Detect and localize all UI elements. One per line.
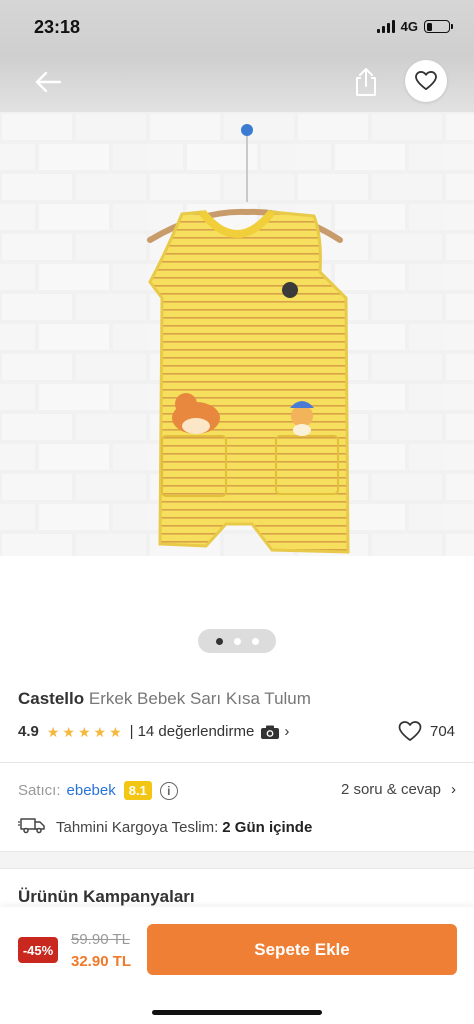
product-name: Erkek Bebek Sarı Kısa Tulum [88, 689, 311, 708]
status-bar: 23:18 4G [0, 0, 474, 56]
campaigns-title: Ürünün Kampanyaları [18, 887, 195, 906]
pagination-dot[interactable] [233, 637, 241, 645]
old-price: 59.90 TL [71, 931, 130, 948]
delivery-value: 2 Gün içinde [222, 818, 313, 836]
seller-row: Satıcı: ebebek 8.1 i [18, 781, 178, 800]
discount-badge: -45% [18, 937, 58, 963]
home-indicator[interactable] [152, 1010, 322, 1015]
gallery-pagination[interactable] [198, 629, 276, 653]
rating-value: 4.9 [18, 723, 39, 740]
star-icon: ★ [62, 723, 75, 740]
current-price: 32.90 TL [71, 953, 132, 970]
seller-link[interactable]: ebebek [67, 782, 116, 799]
back-button[interactable] [32, 68, 64, 96]
product-brand[interactable]: Castello [18, 689, 84, 708]
rating-stars: ★ ★ ★ ★ ★ [47, 725, 122, 739]
purchase-bar: -45% 59.90 TL 32.90 TL Sepete Ekle [0, 907, 474, 1024]
star-icon: ★ [109, 723, 122, 740]
star-icon: ★ [77, 723, 91, 740]
battery-icon [424, 20, 453, 33]
delivery-label: Tahmini Kargoya Teslim: [56, 818, 219, 836]
star-icon: ★ [46, 723, 60, 740]
product-image-gallery[interactable] [0, 112, 474, 556]
network-label: 4G [400, 19, 418, 34]
add-to-cart-button[interactable]: Sepete Ekle [147, 924, 457, 975]
favorite-button[interactable] [405, 60, 447, 102]
chevron-right-icon: › [284, 723, 290, 740]
reviews-link[interactable]: 14 değerlendirme [138, 723, 255, 740]
info-icon[interactable]: i [159, 781, 178, 800]
favorites-count-value: 704 [430, 723, 456, 740]
truck-icon [18, 816, 46, 838]
heart-outline-icon [398, 721, 422, 741]
rating-row[interactable]: 4.9 ★ ★ ★ ★ ★ | 14 değerlendirme › [18, 723, 289, 740]
arrow-left-icon [35, 71, 62, 93]
chevron-right-icon: › [451, 781, 456, 798]
seller-score-badge: 8.1 [123, 781, 152, 800]
seller-label: Satıcı: [18, 782, 61, 799]
top-nav [0, 56, 474, 112]
pagination-dot[interactable] [215, 637, 223, 645]
questions-answers-link[interactable]: 2 soru & cevap › [341, 781, 456, 798]
signal-icon [376, 20, 395, 33]
status-time: 23:18 [34, 17, 81, 37]
favorites-count[interactable]: 704 [398, 721, 455, 742]
heart-icon [415, 71, 437, 91]
star-icon: ★ [93, 723, 107, 740]
pagination-dot[interactable] [251, 637, 259, 645]
product-image[interactable] [0, 112, 474, 556]
camera-icon [260, 724, 280, 740]
section-divider [0, 851, 474, 869]
status-indicators: 4G [376, 19, 453, 34]
delivery-estimate: Tahmini Kargoya Teslim: 2 Gün içinde [18, 816, 312, 838]
divider [0, 762, 474, 763]
share-icon [356, 68, 376, 96]
qa-label: 2 soru & cevap [340, 781, 441, 798]
rating-separator: | [129, 723, 134, 740]
product-title: Castello Erkek Bebek Sarı Kısa Tulum [18, 689, 311, 709]
share-button[interactable] [352, 66, 380, 98]
